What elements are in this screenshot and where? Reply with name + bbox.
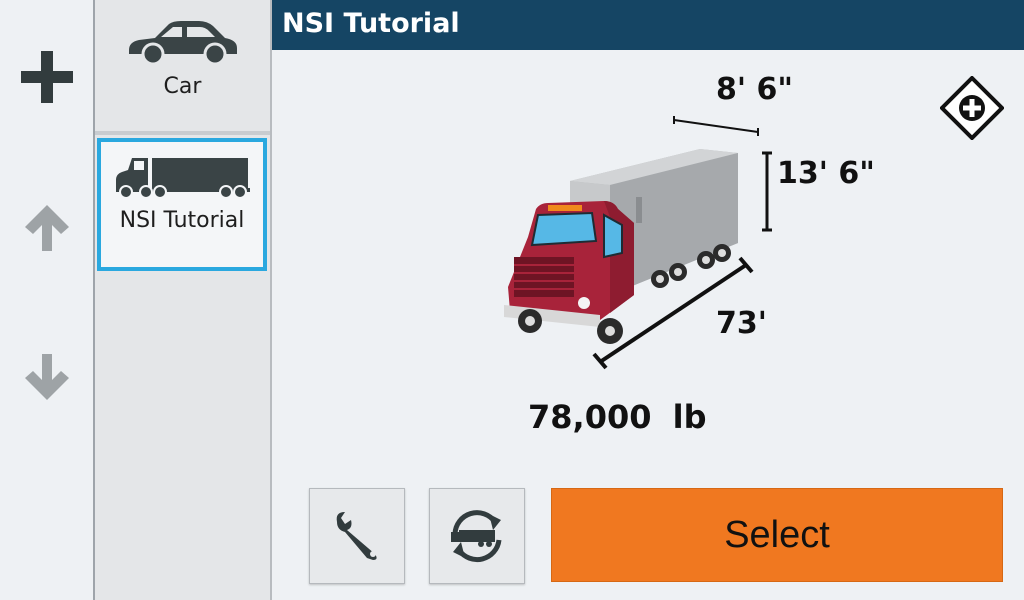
vehicle-weight: 78,000 lb xyxy=(528,398,707,436)
truck-illustration xyxy=(504,149,738,344)
truck-icon xyxy=(116,158,250,199)
plus-icon xyxy=(21,51,73,103)
profile-label-car: Car xyxy=(163,74,202,99)
vehicle-height: 13' 6" xyxy=(777,156,875,191)
profile-label-nsi-tutorial: NSI Tutorial xyxy=(119,208,245,233)
wrench-icon xyxy=(336,512,377,560)
add-profile-button[interactable] xyxy=(12,42,82,112)
vehicle-profile-list: Car NSI Tutorial xyxy=(95,0,272,600)
vehicle-settings-button[interactable] xyxy=(309,488,405,584)
scroll-up-button[interactable] xyxy=(12,192,82,262)
scroll-down-button[interactable] xyxy=(12,343,82,413)
switch-trailer-button[interactable] xyxy=(429,488,525,584)
car-icon xyxy=(128,21,237,66)
page-title: NSI Tutorial xyxy=(272,0,1024,50)
select-button[interactable]: Select xyxy=(551,488,1003,582)
left-rail xyxy=(0,0,95,600)
vehicle-details-panel: 8' 6" 13' 6" 73' 78,000 lb Select xyxy=(272,50,1024,600)
vehicle-length: 73' xyxy=(716,306,767,341)
profile-item-nsi-tutorial[interactable]: NSI Tutorial xyxy=(97,138,267,271)
profile-item-car[interactable]: Car xyxy=(95,0,270,135)
vehicle-width: 8' 6" xyxy=(716,72,794,107)
arrow-up-icon xyxy=(25,205,69,251)
arrow-down-icon xyxy=(25,354,69,400)
switch-trailer-icon xyxy=(451,510,502,562)
